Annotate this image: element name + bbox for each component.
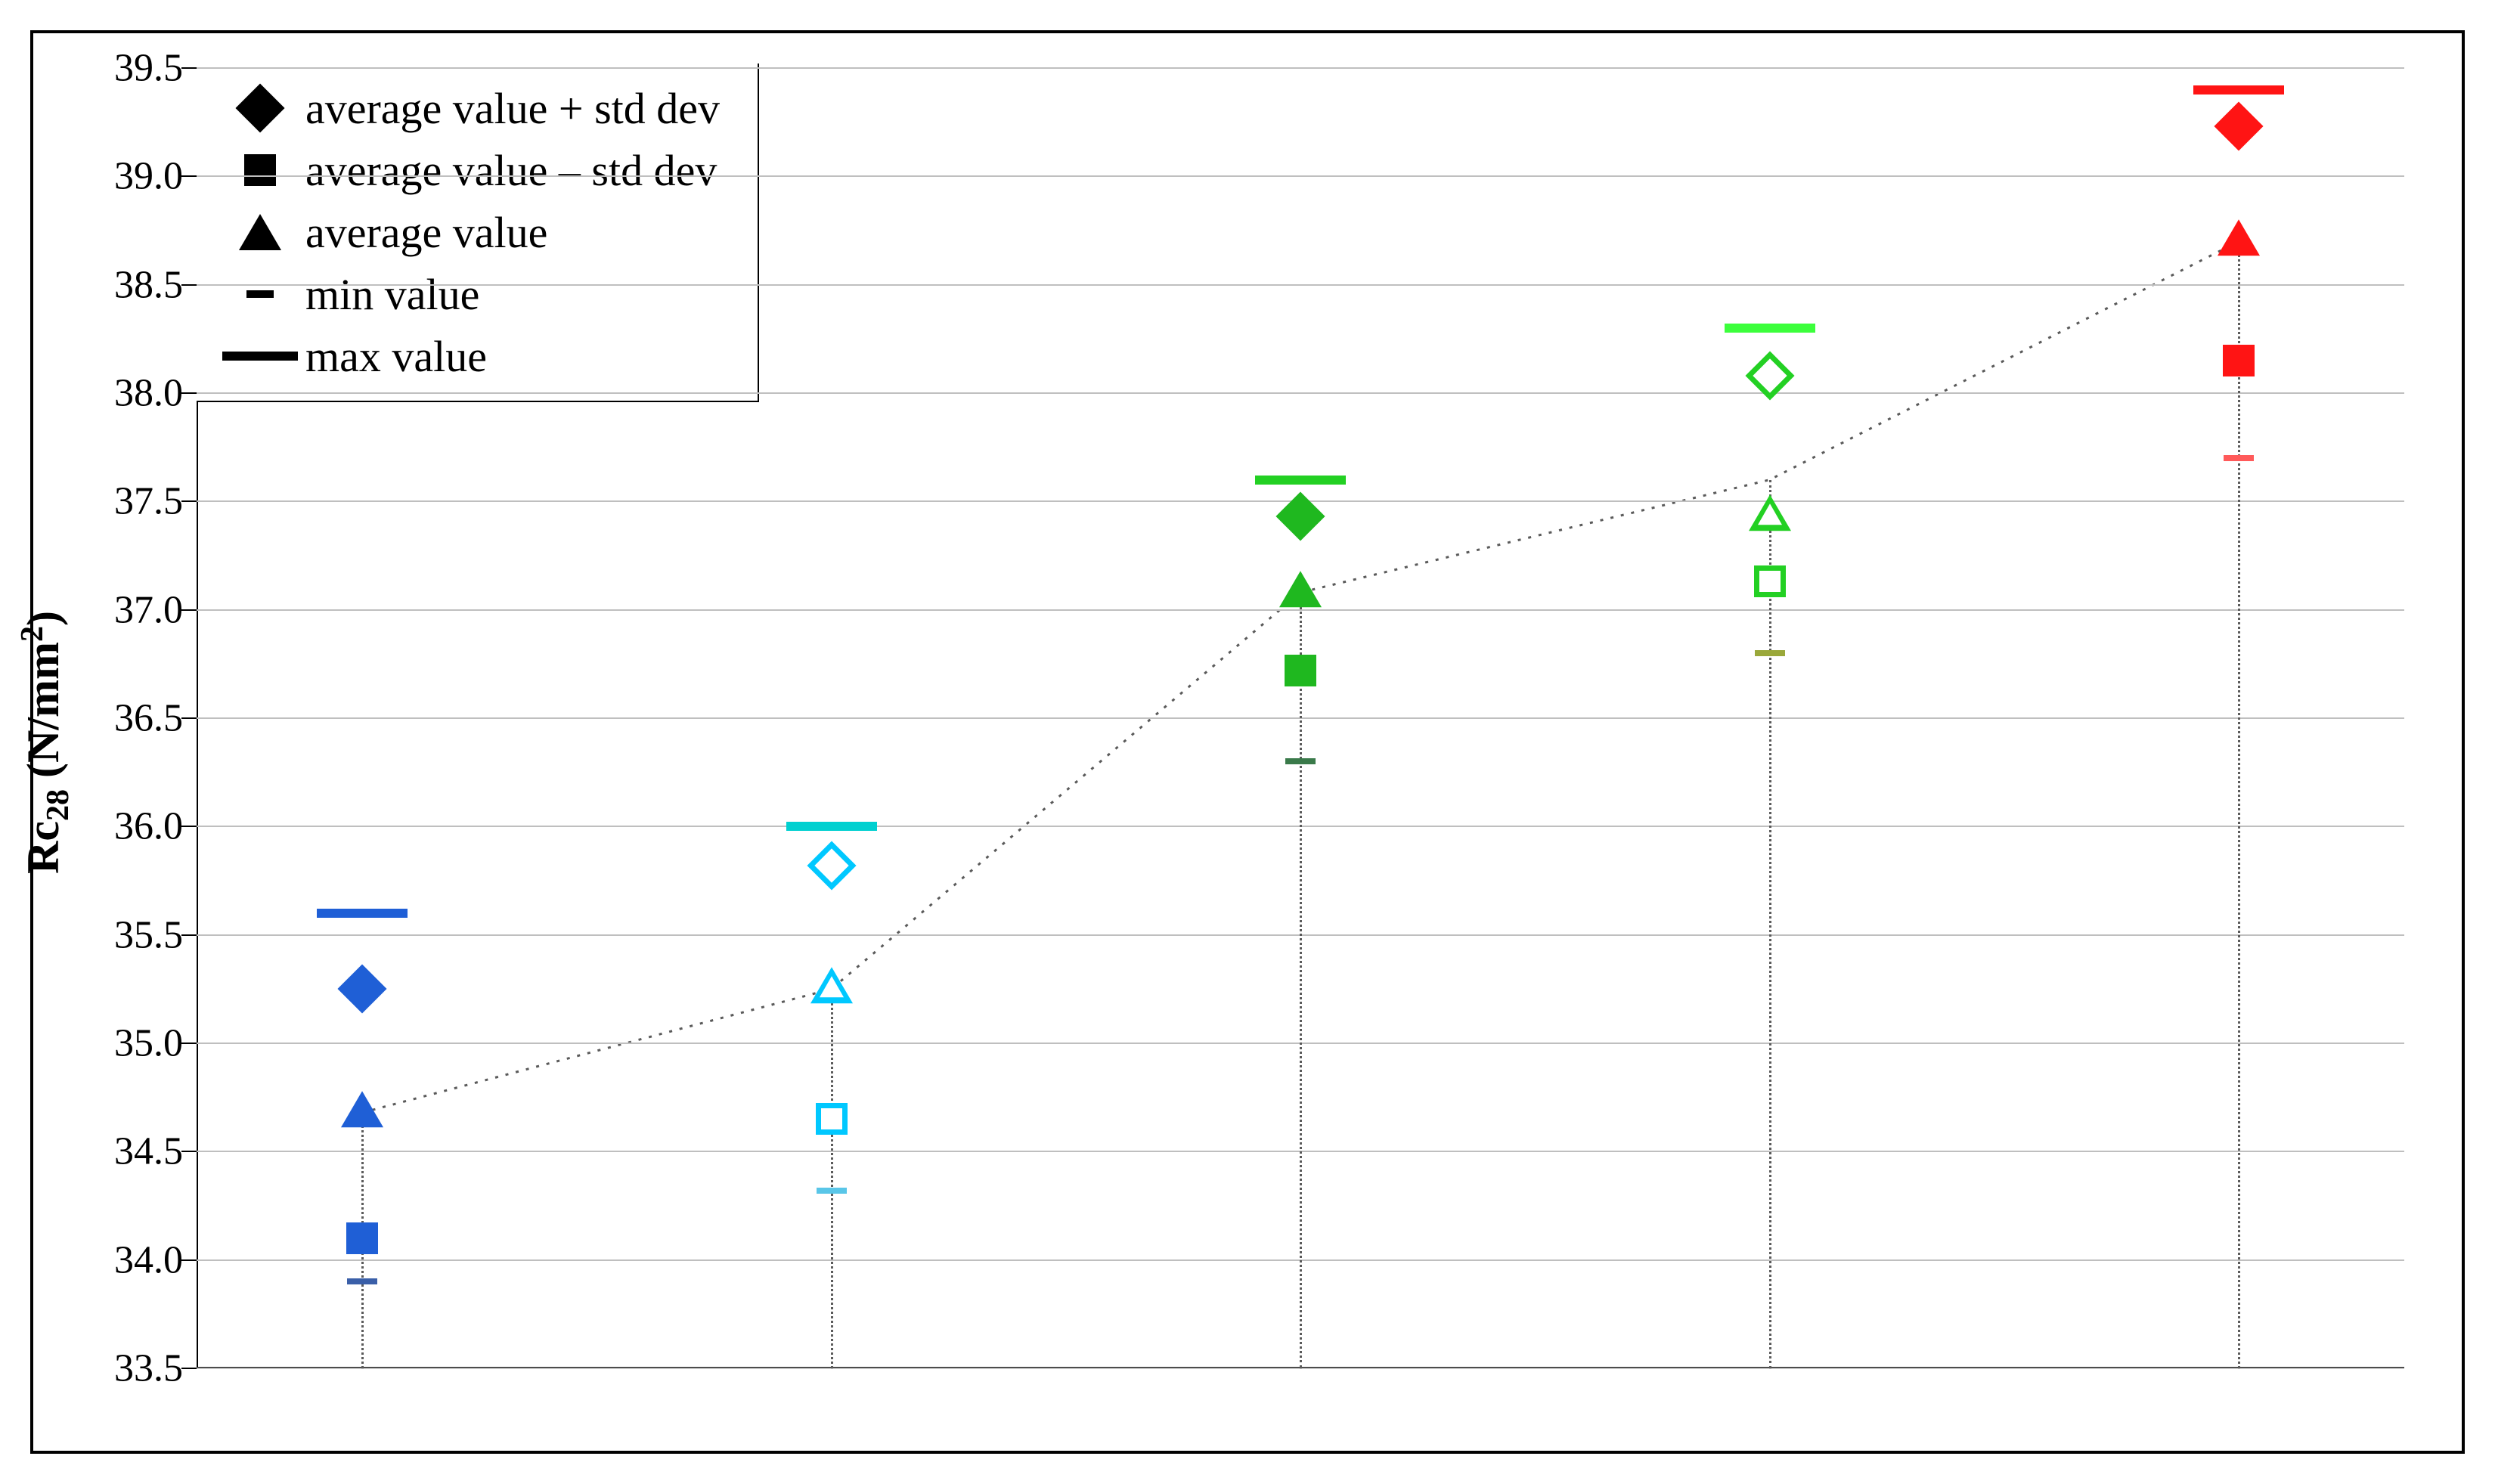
avg-minus-std-marker [346,1222,378,1254]
drop-line [1300,593,1302,1368]
min-value-marker [817,1188,847,1194]
y-tick-label: 34.5 [77,1129,197,1174]
min-value-marker [1755,650,1785,656]
legend-entry: min value [215,263,720,325]
drop-line [831,989,833,1368]
y-tick-label: 37.0 [77,587,197,632]
avg-minus-std-marker [1754,565,1786,597]
avg-minus-std-marker [1285,655,1316,686]
avg-plus-std-marker [2214,102,2263,151]
avg-plus-std-marker [1275,492,1325,541]
y-tick-label: 38.5 [77,262,197,307]
avg-value-marker [1279,571,1322,607]
avg-minus-std-marker [816,1103,848,1135]
legend-label: average value – std dev [305,145,717,196]
legend-label: min value [305,269,479,320]
y-tick-label: 33.5 [77,1346,197,1391]
square-icon [215,154,305,186]
min-value-marker [347,1278,377,1284]
gridline [197,392,2404,394]
y-tick-label: 39.0 [77,154,197,199]
drop-line [2238,241,2240,1368]
y-tick-label: 35.5 [77,912,197,957]
max-value-marker [317,909,408,918]
gridline [197,175,2404,177]
legend-label: average value [305,207,547,258]
triangle-icon [215,214,305,250]
max-value-marker [1255,476,1346,485]
legend-entry: average value – std dev [215,139,720,201]
plot-area: average value + std dev average value – … [197,68,2404,1368]
avg-value-marker [1749,494,1791,531]
max-bar-icon [215,352,305,361]
avg-plus-std-marker [807,841,856,890]
y-tick-label: 34.0 [77,1238,197,1282]
avg-value-marker [341,1091,383,1127]
min-value-marker [1285,758,1316,764]
diamond-icon [215,91,305,125]
avg-plus-std-marker [337,965,386,1014]
min-bar-icon [215,290,305,298]
legend-entry: average value [215,201,720,263]
y-axis-title: Rc28 (N/mm2) [14,611,76,874]
y-tick-label: 38.0 [77,371,197,416]
y-tick-label: 36.0 [77,804,197,849]
legend-label: max value [305,331,487,382]
max-value-marker [786,822,877,831]
avg-minus-std-marker [2223,345,2255,376]
y-tick-label: 37.5 [77,479,197,524]
legend: average value + std dev average value – … [197,64,759,402]
legend-label: average value + std dev [305,83,720,134]
drop-line [1769,480,1771,1368]
y-tick-label: 35.0 [77,1021,197,1066]
min-value-marker [2224,455,2254,461]
avg-value-marker [2218,220,2260,256]
avg-value-marker [810,968,853,1004]
legend-entry: max value [215,325,720,387]
legend-entry: average value + std dev [215,77,720,139]
max-value-marker [2193,85,2284,94]
y-tick-label: 36.5 [77,696,197,741]
max-value-marker [1725,324,1815,333]
chart-container: Rc28 (N/mm2) average value + std dev ave… [0,0,2495,1484]
y-tick-label: 39.5 [77,46,197,91]
gridline [197,67,2404,69]
gridline [197,284,2404,286]
